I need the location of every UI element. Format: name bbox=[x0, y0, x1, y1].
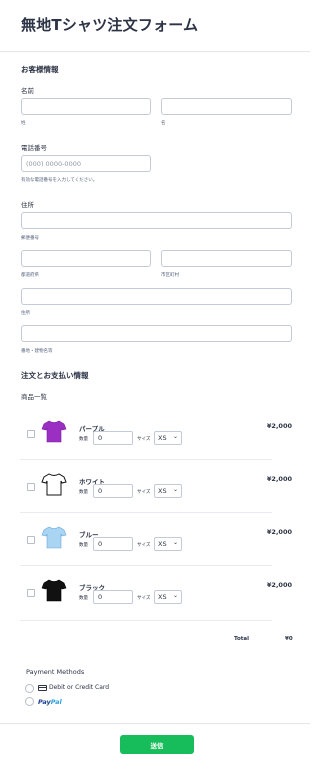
city-sublabel: 市区町村 bbox=[161, 273, 179, 278]
row-divider bbox=[20, 565, 272, 566]
credit-card-icon bbox=[38, 685, 47, 691]
quantity-label: 数量 bbox=[79, 596, 88, 601]
order-section-title: 注文とお支払い情報 bbox=[21, 371, 89, 380]
total-value: ¥0 bbox=[285, 636, 293, 642]
postal-code-sublabel: 郵便番号 bbox=[21, 236, 39, 241]
product-checkbox[interactable] bbox=[27, 430, 35, 438]
phone-label: 電話番号 bbox=[21, 144, 47, 152]
name-label: 名前 bbox=[21, 87, 34, 95]
size-label: サイズ bbox=[137, 596, 151, 601]
chevron-down-icon: ⌄ bbox=[172, 592, 178, 599]
prefecture-input[interactable] bbox=[21, 250, 151, 267]
last-name-sublabel: 姓 bbox=[21, 121, 26, 126]
product-checkbox[interactable] bbox=[27, 589, 35, 597]
product-row-black: ブラック ¥2,000 数量 0 サイズ XS ⌄ bbox=[21, 572, 292, 625]
postal-code-input[interactable] bbox=[21, 212, 292, 229]
building-input[interactable] bbox=[21, 325, 292, 342]
size-label: サイズ bbox=[137, 490, 151, 495]
first-name-input[interactable] bbox=[161, 98, 292, 115]
products-label: 商品一覧 bbox=[21, 393, 47, 401]
city-input[interactable] bbox=[161, 250, 292, 267]
size-select[interactable]: XS ⌄ bbox=[154, 537, 182, 551]
product-price: ¥2,000 bbox=[266, 528, 292, 536]
paypal-logo[interactable]: PayPal bbox=[38, 698, 62, 706]
quantity-input[interactable]: 0 bbox=[93, 431, 133, 445]
last-name-input[interactable] bbox=[21, 98, 151, 115]
white-tshirt-icon bbox=[41, 473, 67, 496]
size-value: XS bbox=[158, 593, 167, 601]
paypal-logo-pal: Pal bbox=[50, 698, 62, 706]
product-price: ¥2,000 bbox=[266, 422, 292, 430]
quantity-input[interactable]: 0 bbox=[93, 590, 133, 604]
paypal-logo-pay: Pay bbox=[38, 698, 51, 706]
product-price: ¥2,000 bbox=[266, 475, 292, 483]
size-label: サイズ bbox=[137, 543, 151, 548]
quantity-label: 数量 bbox=[79, 437, 88, 442]
row-divider bbox=[20, 459, 272, 460]
payment-methods-title: Payment Methods bbox=[26, 668, 85, 676]
row-divider bbox=[20, 512, 272, 513]
order-form-page: 無地Tシャツ注文フォーム お客様情報 名前 姓 名 電話番号 (000) 000… bbox=[0, 0, 310, 771]
form-title: 無地Tシャツ注文フォーム bbox=[21, 16, 199, 34]
black-tshirt-icon bbox=[41, 579, 67, 602]
chevron-down-icon: ⌄ bbox=[172, 433, 178, 440]
phone-input[interactable]: (000) 0000-0000 bbox=[21, 155, 151, 172]
street-sublabel: 住所 bbox=[21, 311, 30, 316]
product-checkbox[interactable] bbox=[27, 483, 35, 491]
size-value: XS bbox=[158, 540, 167, 548]
size-label: サイズ bbox=[137, 437, 151, 442]
size-value: XS bbox=[158, 434, 167, 442]
customer-section-title: お客様情報 bbox=[21, 65, 59, 74]
quantity-label: 数量 bbox=[79, 543, 88, 548]
size-select[interactable]: XS ⌄ bbox=[154, 484, 182, 498]
title-divider bbox=[0, 51, 310, 52]
total-label: Total bbox=[234, 636, 250, 642]
size-select[interactable]: XS ⌄ bbox=[154, 431, 182, 445]
size-value: XS bbox=[158, 487, 167, 495]
card-payment-radio[interactable] bbox=[25, 684, 34, 693]
blue-tshirt-icon bbox=[41, 526, 67, 549]
address-label: 住所 bbox=[21, 201, 34, 209]
row-divider bbox=[20, 620, 272, 621]
size-select[interactable]: XS ⌄ bbox=[154, 590, 182, 604]
paypal-payment-radio[interactable] bbox=[25, 697, 34, 706]
first-name-sublabel: 名 bbox=[161, 121, 166, 126]
product-checkbox[interactable] bbox=[27, 536, 35, 544]
card-payment-label[interactable]: Debit or Credit Card bbox=[49, 684, 109, 691]
product-price: ¥2,000 bbox=[266, 581, 292, 589]
prefecture-sublabel: 都道府県 bbox=[21, 273, 39, 278]
building-sublabel: 番地・建物名等 bbox=[21, 349, 53, 354]
street-input[interactable] bbox=[21, 288, 292, 305]
chevron-down-icon: ⌄ bbox=[172, 539, 178, 546]
footer-divider bbox=[0, 723, 310, 724]
quantity-label: 数量 bbox=[79, 490, 88, 495]
submit-button[interactable]: 送信 bbox=[120, 735, 194, 754]
chevron-down-icon: ⌄ bbox=[172, 486, 178, 493]
purple-tshirt-icon bbox=[41, 420, 67, 443]
quantity-input[interactable]: 0 bbox=[93, 484, 133, 498]
phone-hint: 有効な電話番号を入力してください。 bbox=[21, 178, 98, 183]
quantity-input[interactable]: 0 bbox=[93, 537, 133, 551]
